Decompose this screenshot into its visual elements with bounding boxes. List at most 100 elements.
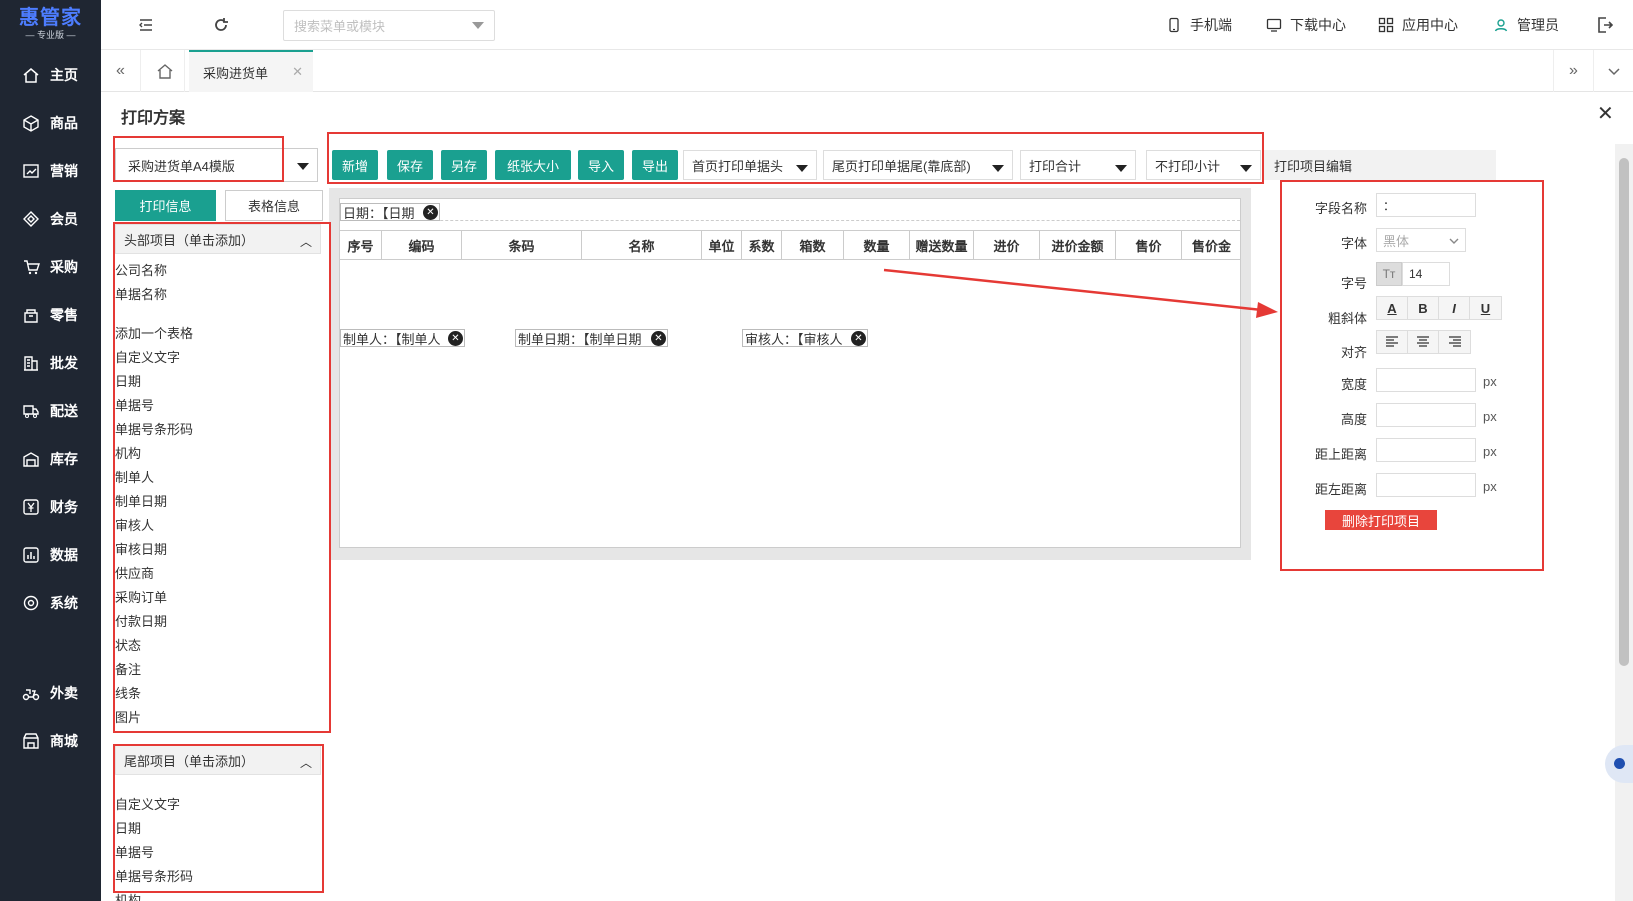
header-item[interactable]: 公司名称 <box>115 263 167 279</box>
header-item[interactable]: 审核人 <box>115 518 154 534</box>
table-column-header[interactable]: 单位 <box>702 231 742 259</box>
header-item[interactable]: 自定义文字 <box>115 350 180 366</box>
footer-item[interactable]: 机构 <box>115 893 141 901</box>
menu-toggle-icon[interactable] <box>136 15 156 35</box>
height-input[interactable] <box>1376 403 1476 427</box>
chevron-up-icon[interactable]: ︿ <box>300 754 312 771</box>
table-column-header[interactable]: 条码 <box>462 231 582 259</box>
sidebar-item-store[interactable]: 商城 <box>0 721 101 761</box>
download-center-link[interactable]: 下载中心 <box>1266 15 1346 35</box>
home-tab-icon[interactable] <box>145 50 185 92</box>
field-name-input[interactable]: ： <box>1376 193 1476 217</box>
footer-items-header[interactable]: 尾部项目（单击添加） ︿ <box>115 745 321 775</box>
print-subtotal-select[interactable]: 不打印小计 <box>1146 150 1261 180</box>
header-item[interactable]: 制单人 <box>115 470 154 486</box>
mobile-link[interactable]: 手机端 <box>1166 15 1232 35</box>
print-canvas[interactable]: 日期：【日期 ✕ 序号 编码 条码 名称 单位 系数 箱数 数量 赠送数量 进价 进价金额 售价 售价金… <box>339 198 1241 548</box>
header-item[interactable]: 图片 <box>115 710 141 726</box>
table-column-header[interactable]: 系数 <box>742 231 782 259</box>
table-column-header[interactable]: 赠送数量 <box>910 231 974 259</box>
sidebar-item-building[interactable]: 批发 <box>0 343 101 383</box>
table-column-header[interactable]: 数量 <box>844 231 910 259</box>
table-column-header[interactable]: 售价 <box>1116 231 1182 259</box>
chevron-up-icon[interactable]: ︿ <box>300 233 312 250</box>
first-page-header-select[interactable]: 首页打印单据头 <box>683 150 817 180</box>
save-as-button[interactable]: 另存 <box>441 150 487 180</box>
menu-search-select[interactable]: 搜索菜单或模块 <box>283 10 495 41</box>
top-offset-input[interactable] <box>1376 438 1476 462</box>
footer-item[interactable]: 单据号 <box>115 845 154 861</box>
add-button[interactable]: 新增 <box>332 150 378 180</box>
bold-button[interactable]: B <box>1408 297 1439 319</box>
assistant-float-button[interactable] <box>1605 745 1633 783</box>
print-total-select[interactable]: 打印合计 <box>1020 150 1136 180</box>
underline-button[interactable]: U <box>1470 297 1501 319</box>
header-item[interactable]: 状态 <box>115 638 141 654</box>
import-button[interactable]: 导入 <box>578 150 624 180</box>
table-column-header[interactable]: 售价金 <box>1182 231 1240 259</box>
sidebar-item-diamond[interactable]: 会员 <box>0 199 101 239</box>
italic-button[interactable]: I <box>1439 297 1470 319</box>
sidebar-item-settings[interactable]: 系统 <box>0 583 101 623</box>
color-text-button[interactable]: A <box>1377 297 1408 319</box>
export-button[interactable]: 导出 <box>632 150 678 180</box>
refresh-icon[interactable] <box>211 15 231 35</box>
footer-item[interactable]: 自定义文字 <box>115 797 180 813</box>
table-column-header[interactable]: 名称 <box>582 231 702 259</box>
table-column-header[interactable]: 进价金额 <box>1040 231 1116 259</box>
tab-table-info[interactable]: 表格信息 <box>225 190 323 221</box>
vertical-scrollbar[interactable] <box>1615 144 1633 901</box>
tab-purchase-receipt[interactable]: 采购进货单 ✕ <box>189 50 313 92</box>
table-column-header[interactable]: 序号 <box>340 231 382 259</box>
align-right-icon[interactable] <box>1439 331 1470 353</box>
header-item[interactable]: 单据号 <box>115 398 154 414</box>
remove-field-icon[interactable]: ✕ <box>423 205 438 220</box>
align-left-icon[interactable] <box>1377 331 1408 353</box>
header-item[interactable]: 线条 <box>115 686 141 702</box>
sidebar-item-home[interactable]: 主页 <box>0 55 101 95</box>
template-select[interactable]: 采购进货单A4模版 <box>115 148 318 182</box>
app-center-link[interactable]: 应用中心 <box>1378 15 1458 35</box>
header-item[interactable]: 备注 <box>115 662 141 678</box>
paper-size-button[interactable]: 纸张大小 <box>495 150 571 180</box>
save-button[interactable]: 保存 <box>387 150 433 180</box>
header-item[interactable]: 机构 <box>115 446 141 462</box>
header-item[interactable]: 付款日期 <box>115 614 167 630</box>
last-page-footer-select[interactable]: 尾页打印单据尾(靠底部) <box>823 150 1013 180</box>
sidebar-item-box[interactable]: 商品 <box>0 103 101 143</box>
sidebar-item-yen[interactable]: 财务 <box>0 487 101 527</box>
remove-field-icon[interactable]: ✕ <box>448 331 463 346</box>
close-icon[interactable]: ✕ <box>1597 104 1614 124</box>
font-size-input[interactable]: 14 <box>1402 262 1450 286</box>
tab-scroll-right-icon[interactable]: » <box>1553 50 1593 92</box>
header-item[interactable]: 审核日期 <box>115 542 167 558</box>
date-field[interactable]: 日期：【日期 ✕ <box>340 203 440 221</box>
header-item[interactable]: 日期 <box>115 374 141 390</box>
remove-field-icon[interactable]: ✕ <box>851 331 866 346</box>
table-column-header[interactable]: 进价 <box>974 231 1040 259</box>
table-column-header[interactable]: 编码 <box>382 231 462 259</box>
tab-menu-chevron-down-icon[interactable] <box>1593 50 1633 92</box>
footer-item[interactable]: 单据号条形码 <box>115 869 193 885</box>
remove-field-icon[interactable]: ✕ <box>651 331 666 346</box>
canvas-footer-field[interactable]: 审核人：【审核人 ✕ <box>742 329 868 347</box>
sidebar-item-cart[interactable]: 采购 <box>0 247 101 287</box>
tab-print-info[interactable]: 打印信息 <box>115 190 216 221</box>
header-items-header[interactable]: 头部项目（单击添加） ︿ <box>115 224 321 254</box>
header-item[interactable]: 添加一个表格 <box>115 326 193 342</box>
logout-icon[interactable] <box>1595 15 1615 35</box>
sidebar-item-chart[interactable]: 营销 <box>0 151 101 191</box>
header-item[interactable]: 单据号条形码 <box>115 422 193 438</box>
width-input[interactable] <box>1376 368 1476 392</box>
sidebar-item-truck[interactable]: 配送 <box>0 391 101 431</box>
header-item[interactable]: 制单日期 <box>115 494 167 510</box>
print-table-header[interactable]: 序号 编码 条码 名称 单位 系数 箱数 数量 赠送数量 进价 进价金额 售价 售价金 <box>340 230 1240 260</box>
footer-item[interactable]: 日期 <box>115 821 141 837</box>
canvas-footer-field[interactable]: 制单人：【制单人 ✕ <box>340 329 465 347</box>
sidebar-item-warehouse[interactable]: 库存 <box>0 439 101 479</box>
sidebar-item-delivery[interactable]: 外卖 <box>0 673 101 713</box>
delete-print-item-button[interactable]: 删除打印项目 <box>1325 510 1437 530</box>
sidebar-item-data[interactable]: 数据 <box>0 535 101 575</box>
tab-close-icon[interactable]: ✕ <box>292 64 303 80</box>
sidebar-item-shop[interactable]: 零售 <box>0 295 101 335</box>
